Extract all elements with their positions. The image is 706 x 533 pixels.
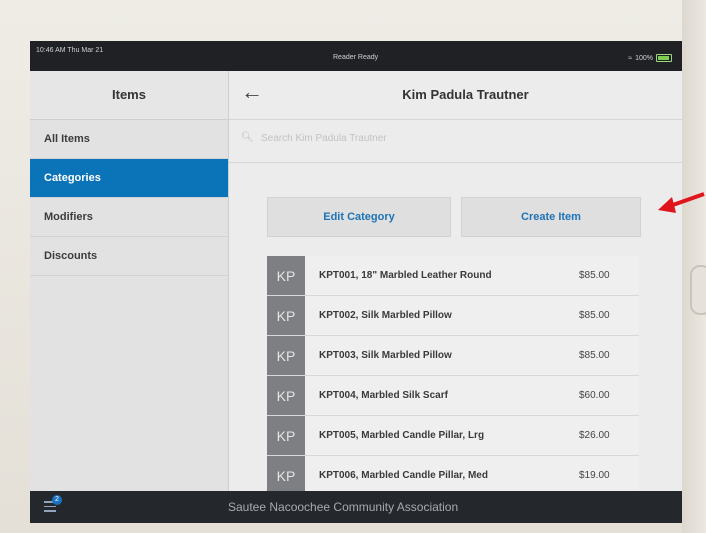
create-item-button[interactable]: Create Item [461,197,641,237]
edit-category-button[interactable]: Edit Category [267,197,451,237]
item-price: $19.00 [579,470,610,481]
reader-status: Reader Ready [333,54,379,61]
item-name: KPT005, Marbled Candle Pillar, Lrg [319,430,485,441]
list-item[interactable]: KP KPT002, Silk Marbled Pillow $85.00 [267,296,639,336]
item-thumbnail: KP [267,296,305,335]
sidebar-item-modifiers[interactable]: Modifiers [30,198,228,237]
item-thumbnail: KP [267,336,305,375]
footer-bar: 2 Sautee Nacoochee Community Association [30,491,682,523]
item-price: $85.00 [579,350,610,361]
battery-icon [656,54,672,62]
item-thumbnail: KP [267,376,305,415]
list-item[interactable]: KP KPT003, Silk Marbled Pillow $85.00 [267,336,639,376]
status-right: ≈ 100% [628,54,672,62]
sidebar-item-discounts[interactable]: Discounts [30,237,228,276]
sidebar-item-categories[interactable]: Categories [30,159,228,198]
notification-badge: 2 [52,495,62,505]
main-header: ← Kim Padula Trautner [229,71,682,120]
status-bar: 10:46 AM Thu Mar 21 Reader Ready ≈ 100% [30,41,682,71]
status-time: 10:46 AM Thu Mar 21 [36,47,104,54]
page-title: Kim Padula Trautner [402,87,529,102]
battery-percent: 100% [635,54,653,62]
device-bezel-edge [682,0,706,533]
wifi-icon: ≈ [628,54,633,62]
sidebar-title: Items [30,71,228,120]
item-thumbnail: KP [267,256,305,295]
organization-name: Sautee Nacoochee Community Association [228,500,459,514]
main-panel: ← Kim Padula Trautner 🔍︎ Edit Category C… [229,71,682,496]
list-item[interactable]: KP KPT004, Marbled Silk Scarf $60.00 [267,376,639,416]
search-input[interactable] [259,132,643,145]
list-item[interactable]: KP KPT005, Marbled Candle Pillar, Lrg $2… [267,416,639,456]
annotation-arrow-icon [658,192,705,213]
search-bar: 🔍︎ [229,120,682,163]
item-price: $85.00 [579,310,610,321]
item-name: KPT001, 18" Marbled Leather Round [319,270,492,281]
item-list: KP KPT001, 18" Marbled Leather Round $85… [267,256,639,496]
item-thumbnail: KP [267,456,305,495]
list-item[interactable]: KP KPT001, 18" Marbled Leather Round $85… [267,256,639,296]
list-item[interactable]: KP KPT006, Marbled Candle Pillar, Med $1… [267,456,639,496]
sidebar-item-all-items[interactable]: All Items [30,120,228,159]
item-name: KPT003, Silk Marbled Pillow [319,350,452,361]
tablet-screen: 10:46 AM Thu Mar 21 Reader Ready ≈ 100% … [30,41,682,523]
item-price: $26.00 [579,430,610,441]
item-price: $85.00 [579,270,610,281]
sidebar: Items All Items Categories Modifiers Dis… [30,71,229,491]
search-icon: 🔍︎ [241,132,254,143]
item-name: KPT002, Silk Marbled Pillow [319,310,452,321]
item-name: KPT004, Marbled Silk Scarf [319,390,448,401]
item-thumbnail: KP [267,416,305,455]
item-name: KPT006, Marbled Candle Pillar, Med [319,470,488,481]
item-price: $60.00 [579,390,610,401]
home-button[interactable] [690,265,706,315]
